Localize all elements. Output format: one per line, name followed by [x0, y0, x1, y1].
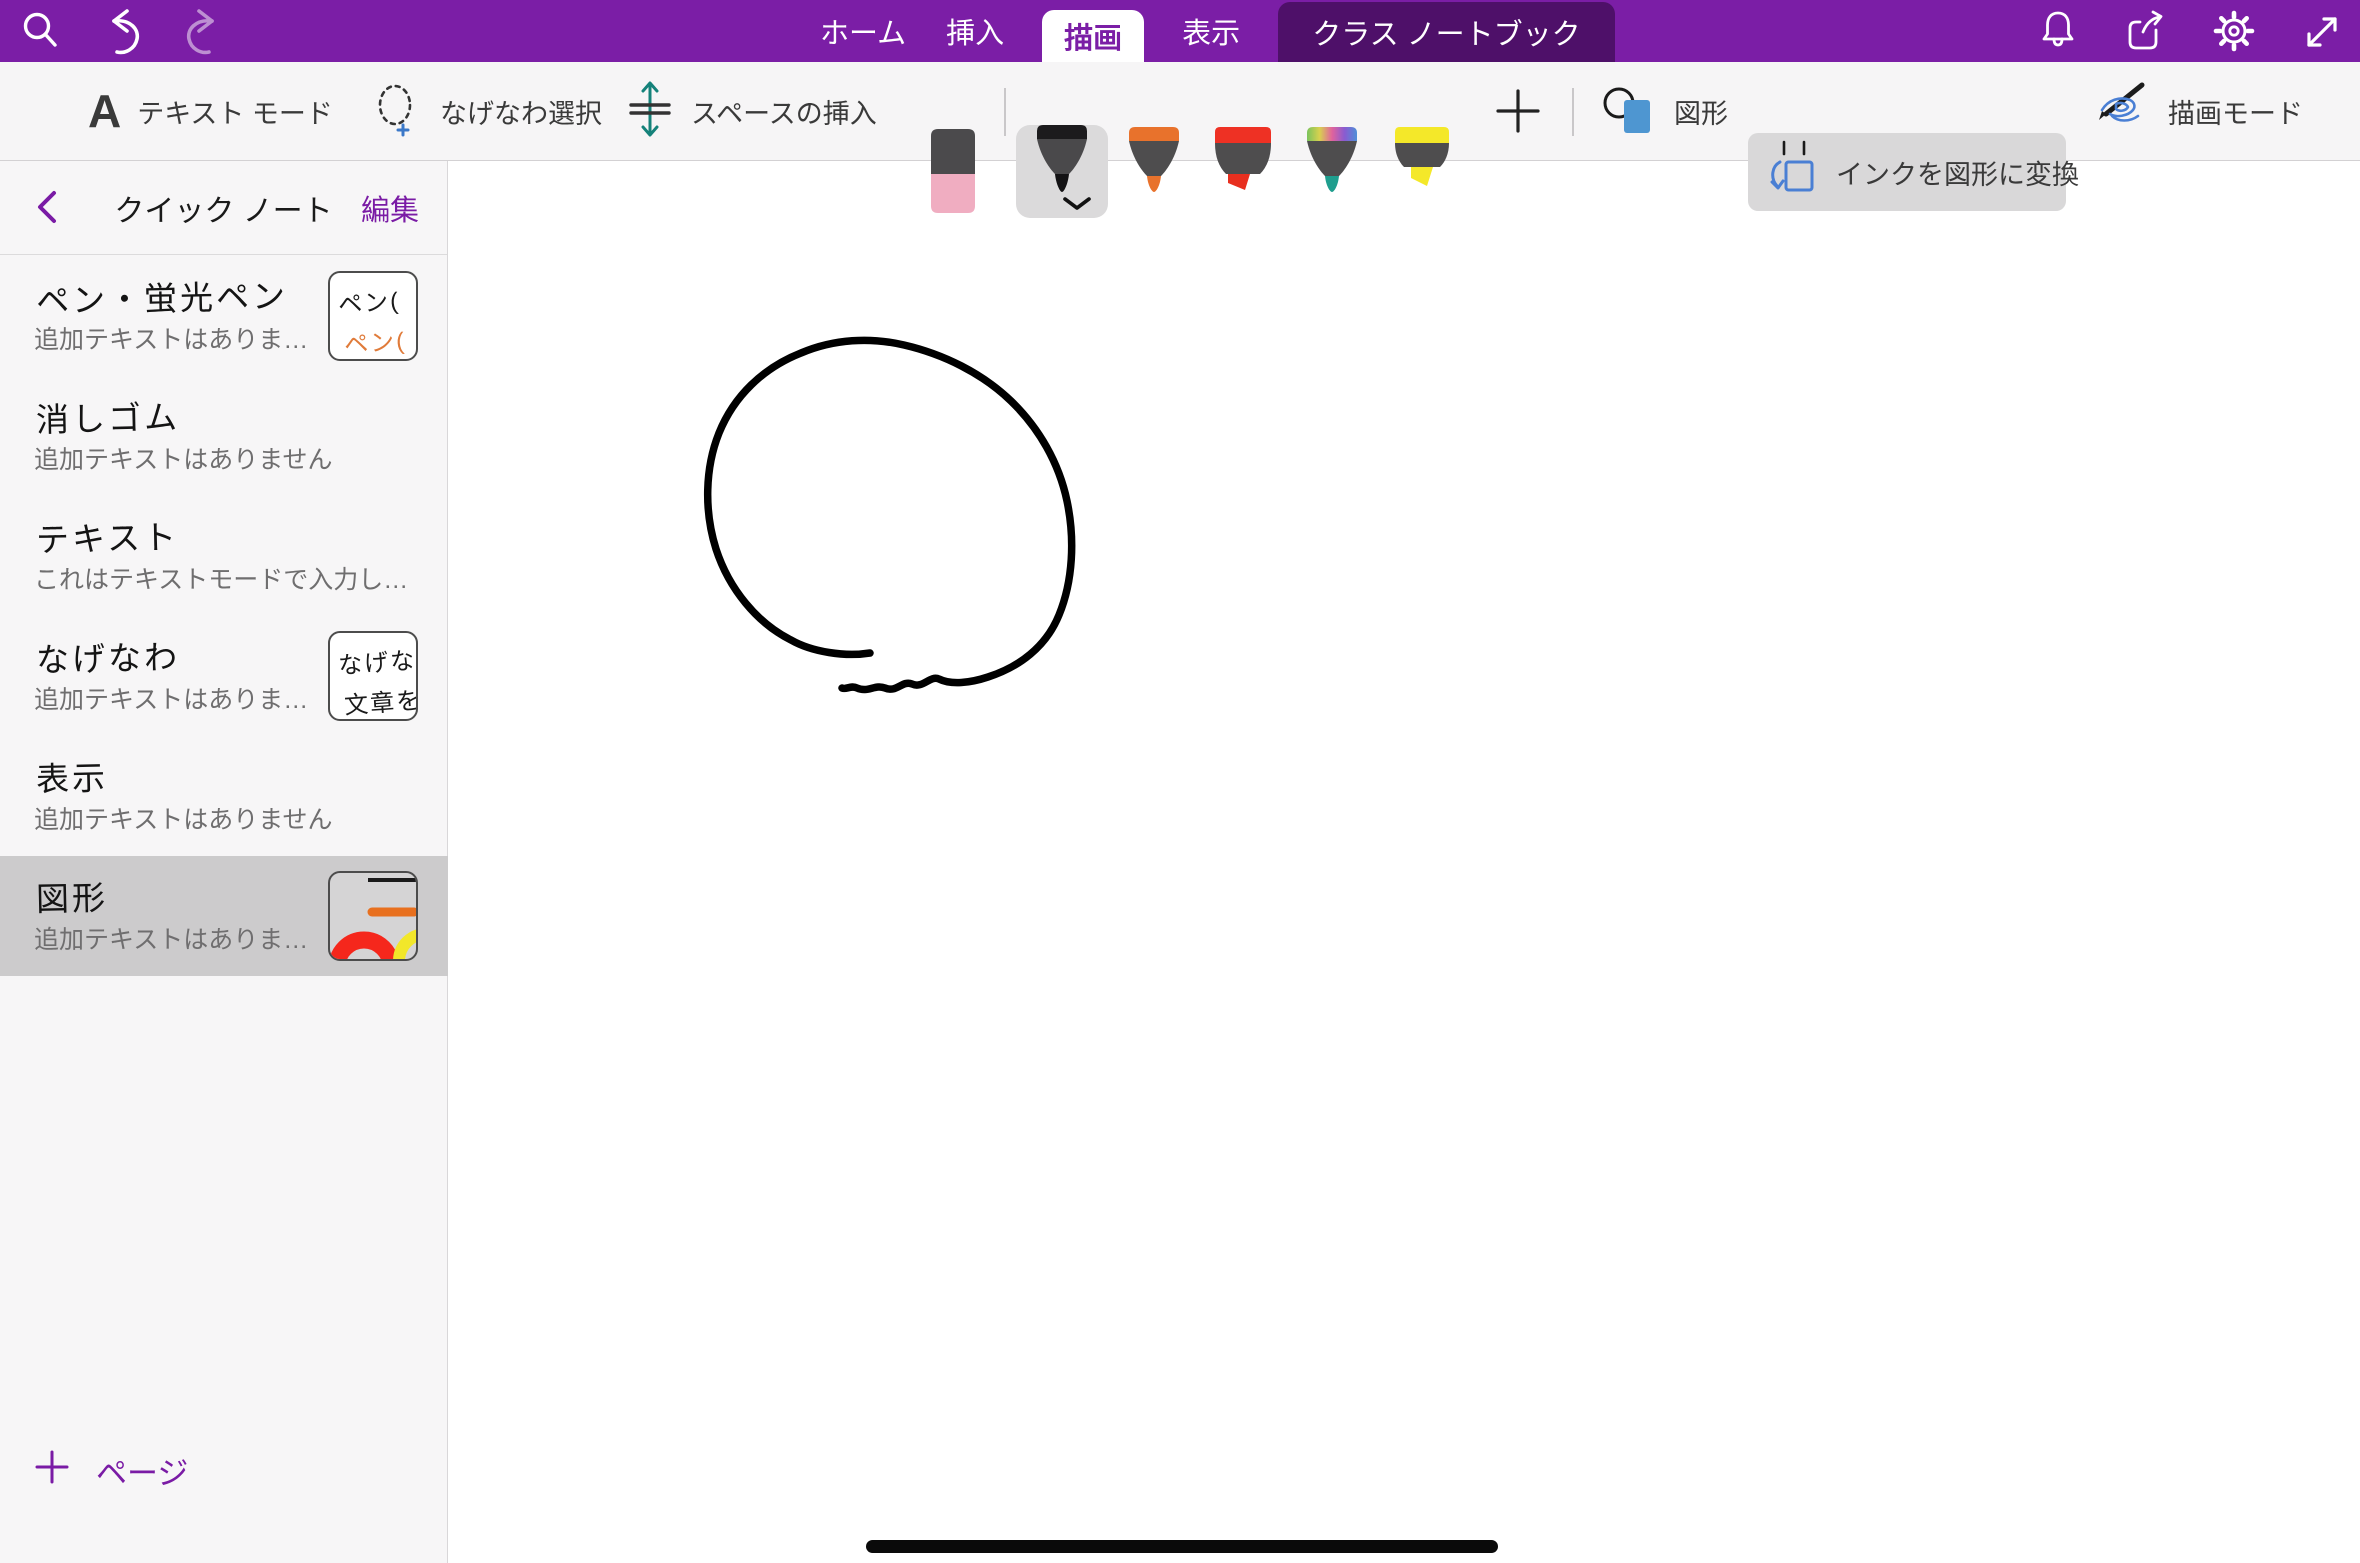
- insert-space-label: スペースの挿入: [691, 92, 877, 131]
- black-pen-icon[interactable]: [1036, 124, 1088, 196]
- add-page-button[interactable]: ページ: [34, 1448, 188, 1493]
- page-title-handwritten: テキスト: [36, 511, 180, 562]
- undo-icon[interactable]: [100, 7, 144, 55]
- shapes-button[interactable]: 図形: [1602, 62, 1728, 160]
- sidebar-header: クイック ノート 編集: [0, 160, 447, 255]
- page-list-sidebar: クイック ノート 編集 ペン・蛍光ペン追加テキストはありま…ペン(ペン(消しゴム…: [0, 160, 448, 1563]
- draw-mode-label: 描画モード: [2168, 92, 2303, 131]
- lasso-icon: [372, 81, 424, 142]
- thumbnail-ink-text: なげな: [337, 640, 417, 680]
- page-thumbnail: [328, 871, 418, 961]
- edit-button[interactable]: 編集: [361, 160, 419, 255]
- add-page-label: ページ: [96, 1448, 188, 1493]
- draw-ribbon: A テキスト モード なげなわ選択: [0, 62, 2360, 161]
- rainbow-pen-tool[interactable]: [1306, 126, 1358, 196]
- page-thumbnail: なげな文章を: [328, 631, 418, 721]
- page-list-item[interactable]: テキストこれはテキストモードで入力し…: [0, 496, 448, 616]
- redo-icon: [182, 7, 226, 55]
- page-title-handwritten: 表示: [36, 751, 109, 800]
- tab-クラス ノートブック[interactable]: クラス ノートブック: [1278, 2, 1614, 62]
- insert-space-icon: [625, 79, 675, 144]
- toolbar-separator: [1572, 88, 1574, 136]
- page-title-handwritten: ペン・蛍光ペン: [36, 269, 289, 322]
- page-list: ペン・蛍光ペン追加テキストはありま…ペン(ペン(消しゴム追加テキストはありません…: [0, 256, 447, 976]
- toolbar-separator: [1004, 88, 1006, 136]
- page-list-item[interactable]: 表示追加テキストはありません: [0, 736, 448, 856]
- ribbon-tabs: ホーム挿入描画表示クラス ノートブック: [818, 0, 1615, 62]
- page-list-item[interactable]: なげなわ追加テキストはありま… なげな文章を: [0, 616, 448, 736]
- share-icon[interactable]: [2124, 7, 2168, 55]
- yellow-highlighter-tool[interactable]: [1394, 126, 1450, 190]
- page-subtitle: 追加テキストはありません: [34, 800, 333, 836]
- eraser-tool[interactable]: [930, 128, 976, 216]
- page-list-item[interactable]: ペン・蛍光ペン追加テキストはありま… ペン(ペン(: [0, 256, 448, 376]
- page-title-handwritten: 消しゴム: [36, 390, 181, 441]
- page-subtitle: 追加テキストはありま…: [34, 320, 308, 356]
- gear-icon[interactable]: [2212, 7, 2256, 55]
- convert-ink-to-shape-button[interactable]: インクを図形に変換: [1748, 133, 2066, 211]
- insert-space-button[interactable]: スペースの挿入: [625, 62, 877, 160]
- expand-icon[interactable]: [2300, 7, 2344, 55]
- page-subtitle: 追加テキストはありません: [34, 440, 333, 476]
- page-subtitle: これはテキストモードで入力し…: [34, 560, 408, 596]
- lasso-select-button[interactable]: なげなわ選択: [372, 62, 602, 160]
- tab-表示[interactable]: 表示: [1180, 0, 1242, 62]
- convert-ink-label: インクを図形に変換: [1836, 153, 2079, 192]
- shapes-label: 図形: [1674, 92, 1728, 131]
- thumbnail-ink-text: ペン(: [337, 281, 401, 320]
- page-title-handwritten: 図形: [36, 871, 109, 920]
- orange-pen-tool[interactable]: [1128, 126, 1180, 196]
- plus-icon: [34, 1449, 70, 1493]
- text-mode-icon: A: [88, 88, 121, 134]
- page-list-item[interactable]: 図形追加テキストはありま…: [0, 856, 448, 976]
- tab-ホーム[interactable]: ホーム: [818, 0, 908, 62]
- ink-stroke-circle[interactable]: [708, 340, 1072, 689]
- page-title-handwritten: なげなわ: [36, 630, 181, 681]
- home-indicator[interactable]: [866, 1540, 1498, 1553]
- add-pen-button[interactable]: [1494, 62, 1542, 160]
- pen-options-chevron-icon[interactable]: [1062, 197, 1092, 216]
- page-thumbnail: ペン(ペン(: [328, 271, 418, 361]
- tab-挿入[interactable]: 挿入: [944, 0, 1006, 62]
- tab-描画[interactable]: 描画: [1042, 10, 1144, 62]
- convert-ink-icon: [1764, 140, 1822, 205]
- page-subtitle: 追加テキストはありま…: [34, 680, 308, 716]
- thumbnail-ink-text: 文章を: [343, 680, 418, 720]
- draw-mode-button[interactable]: 描画モード: [2090, 62, 2303, 160]
- shapes-icon: [1602, 81, 1658, 142]
- draw-mode-icon: [2090, 80, 2152, 143]
- top-app-bar: ホーム挿入描画表示クラス ノートブック: [0, 0, 2360, 62]
- text-mode-label: テキスト モード: [137, 92, 333, 131]
- red-marker-tool[interactable]: [1214, 126, 1272, 196]
- thumbnail-ink-text: ペン(: [343, 321, 407, 360]
- page-list-item[interactable]: 消しゴム追加テキストはありません: [0, 376, 448, 496]
- bell-icon[interactable]: [2036, 7, 2080, 55]
- page-subtitle: 追加テキストはありま…: [34, 920, 308, 956]
- search-icon[interactable]: [18, 7, 62, 55]
- text-mode-button[interactable]: A テキスト モード: [88, 62, 333, 160]
- lasso-label: なげなわ選択: [440, 92, 602, 131]
